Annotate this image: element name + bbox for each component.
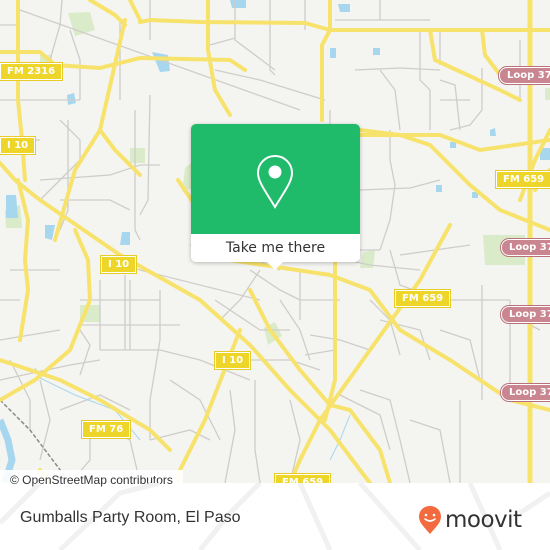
minor-road [354, 67, 441, 71]
minor-road [419, 30, 431, 130]
minor-road [79, 329, 91, 376]
lake [330, 48, 336, 58]
take-me-there-button[interactable]: Take me there [191, 234, 360, 262]
road-shield-loop-375: Loop 375 [500, 383, 550, 402]
major-road [53, 18, 127, 242]
major-road [323, 260, 337, 422]
major-road [480, 28, 502, 77]
road-shield-fm-659: FM 659 [273, 473, 332, 483]
minor-road [149, 290, 161, 440]
road-shield-loop-375: Loop 375 [500, 305, 550, 324]
park [130, 148, 145, 163]
major-road [428, 28, 522, 102]
park [545, 88, 550, 100]
minor-road [309, 334, 371, 351]
road-shield-loop-375: Loop 375 [498, 66, 550, 85]
brand-wordmark: moovit [445, 507, 522, 533]
lake [67, 93, 76, 105]
minor-road [100, 349, 201, 361]
place-title: Gumballs Party Room, El Paso [20, 509, 241, 526]
minor-road [39, 379, 51, 461]
road-shield-fm-659: FM 659 [393, 289, 452, 308]
major-road [16, 178, 31, 342]
road-shield-i-10: I 10 [213, 351, 252, 370]
lake [230, 0, 246, 8]
minor-road [379, 159, 396, 251]
minor-road [439, 79, 461, 131]
minor-road [224, 389, 236, 483]
lake [45, 225, 55, 240]
minor-road [249, 269, 301, 301]
minor-road [304, 349, 336, 356]
minor-road [209, 37, 236, 46]
major-road [138, 17, 550, 32]
lake [120, 232, 130, 245]
lake [436, 185, 442, 192]
road-shield-fm-2316: FM 2316 [0, 62, 64, 81]
popup-header [191, 124, 360, 234]
minor-road [439, 329, 481, 381]
minor-road [269, 0, 276, 76]
road-shield-i-10: I 10 [0, 136, 37, 155]
major-road [88, 0, 127, 27]
road-shield-loop-375: Loop 375 [500, 238, 550, 257]
minor-road [60, 199, 131, 211]
popup-pointer [267, 262, 283, 270]
minor-road [379, 69, 401, 131]
major-road [320, 0, 332, 122]
minor-road [409, 419, 451, 483]
minor-road [169, 379, 221, 441]
moovit-smiley-pin-icon [419, 506, 441, 534]
road-shield-fm-76: FM 76 [80, 420, 132, 439]
minor-road [39, 119, 81, 201]
major-road [248, 288, 392, 483]
road-shield-i-10: I 10 [99, 255, 138, 274]
minor-road [49, 0, 63, 61]
lake [490, 128, 496, 136]
minor-road [39, 164, 160, 181]
map-pin-icon [256, 154, 294, 209]
minor-road [0, 329, 61, 341]
major-road [206, 0, 232, 117]
lake [373, 48, 380, 55]
moovit-logo[interactable]: moovit [418, 503, 522, 537]
lake [6, 195, 18, 218]
location-popup: Take me there [191, 124, 360, 270]
lake [450, 142, 456, 148]
minor-road [250, 359, 321, 371]
lake [338, 4, 350, 12]
minor-road [234, 0, 276, 71]
major-road [128, 0, 142, 22]
minor-road [254, 380, 261, 483]
minor-road [359, 179, 441, 191]
road-shield-fm-659: FM 659 [494, 170, 550, 189]
